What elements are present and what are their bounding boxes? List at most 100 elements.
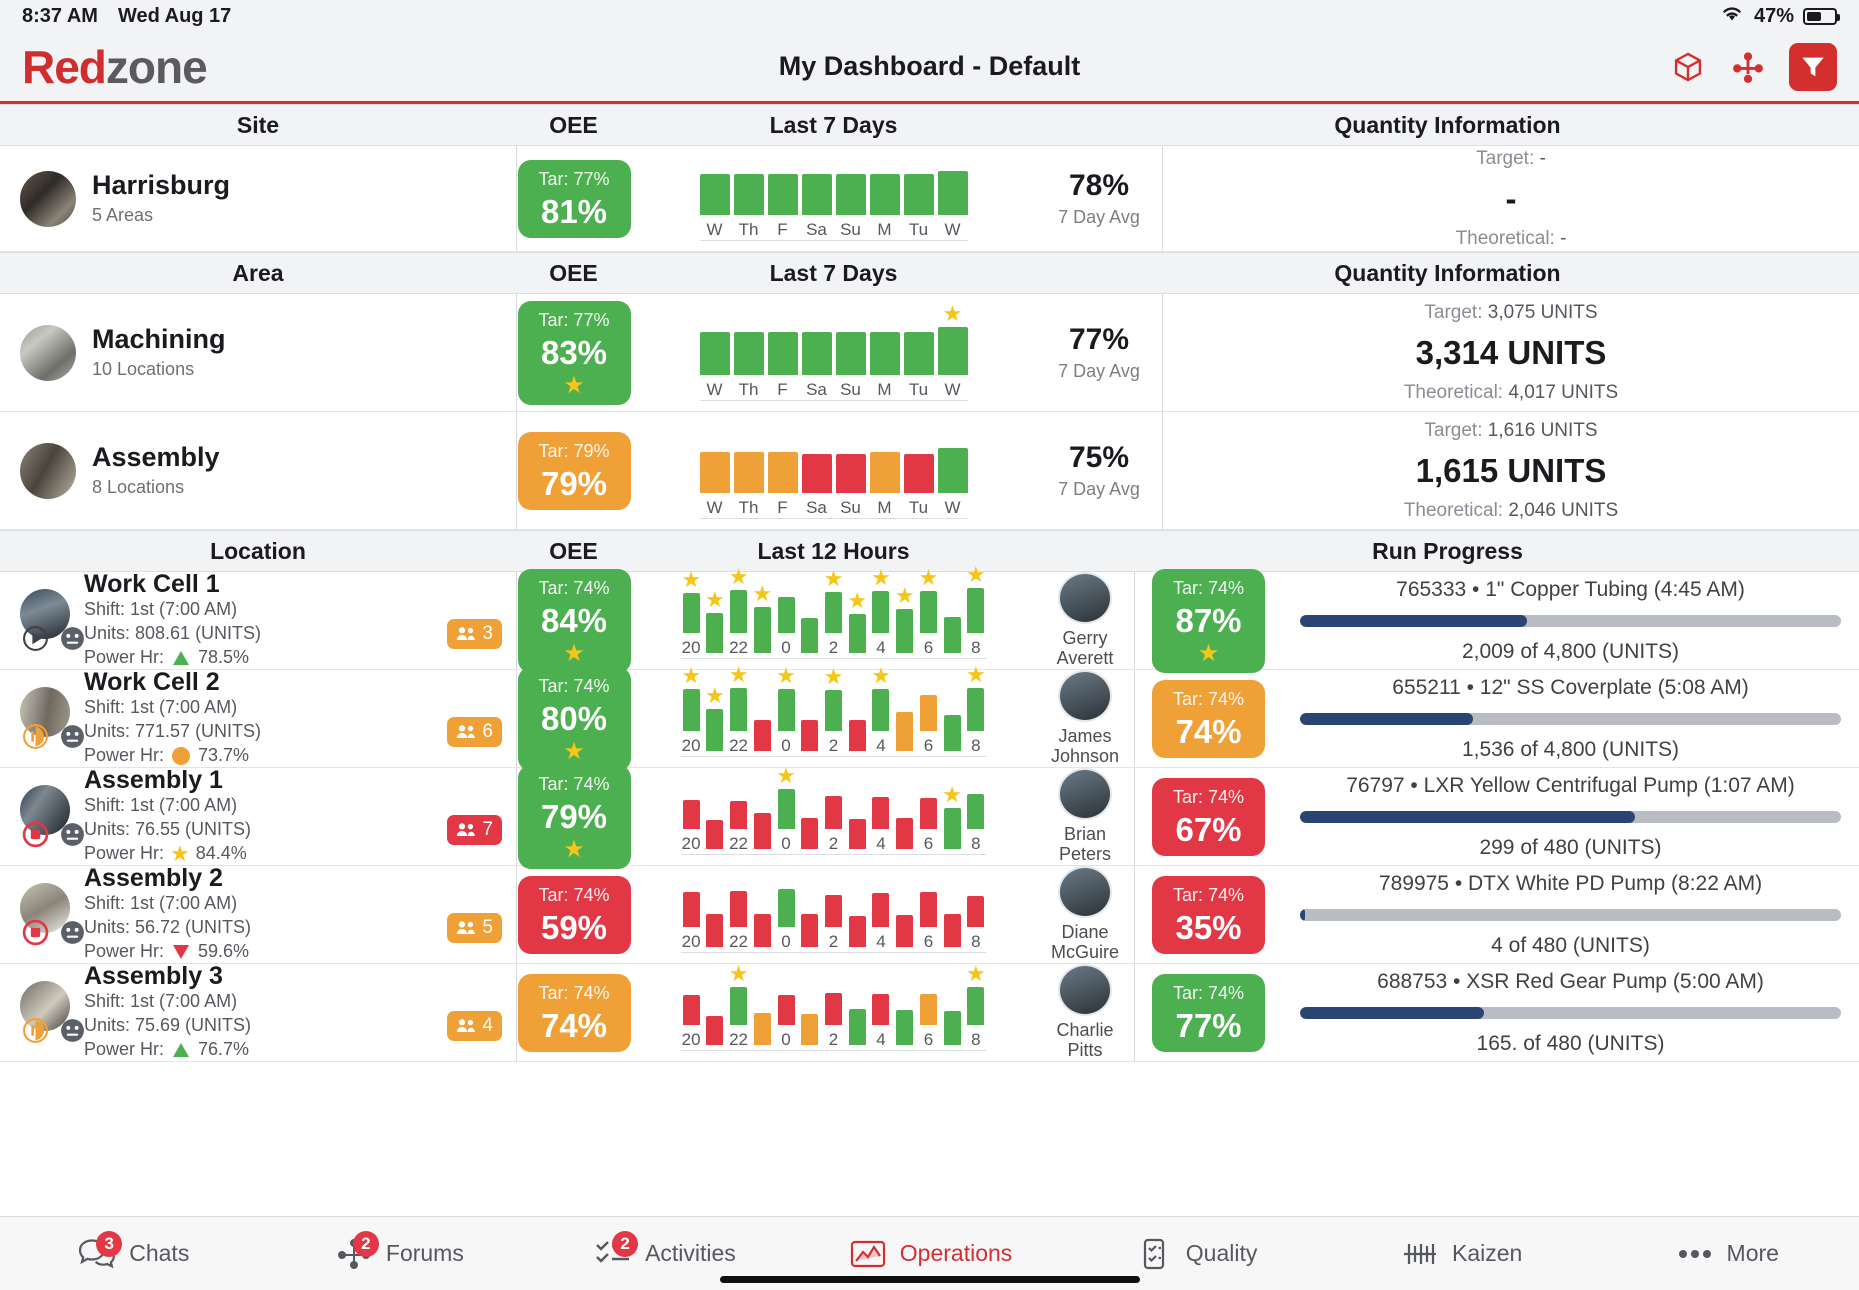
tab-quality[interactable]: Quality <box>1062 1234 1328 1274</box>
site-row[interactable]: Harrisburg 5 Areas Tar: 77% 81% W Th F Sa Su M Tu W… <box>0 146 1859 252</box>
bar-label: M <box>877 220 892 239</box>
oee-chip-run[interactable]: Tar: 74% 87% ★ <box>1152 568 1265 673</box>
bar-column: ★0 <box>776 665 796 756</box>
location-row[interactable]: Work Cell 2 Shift: 1st (7:00 AM) Units: 77… <box>0 664 1859 771</box>
oee-chip-run[interactable]: Tar: 74% 74% <box>1152 679 1265 758</box>
people-count-badge[interactable]: 3 <box>447 618 502 649</box>
star-icon: ★ <box>823 566 844 591</box>
operations-chart-icon <box>847 1234 889 1274</box>
location-name-cell[interactable]: Work Cell 2 Shift: 1st (7:00 AM) Units: 77… <box>0 668 516 767</box>
people-count-badge[interactable]: 6 <box>447 716 502 747</box>
oee-chip-run[interactable]: Tar: 74% 77% <box>1152 973 1265 1052</box>
neutral-face-icon[interactable] <box>59 723 86 755</box>
network-icon[interactable] <box>1729 48 1767 86</box>
area-name-cell[interactable]: Machining 10 Locations <box>0 294 516 411</box>
people-count-badge[interactable]: 5 <box>447 912 502 943</box>
oee-chip-run[interactable]: Tar: 74% 67% <box>1152 777 1265 856</box>
site-name-cell[interactable]: Harrisburg 5 Areas <box>0 146 516 251</box>
bar <box>937 171 968 215</box>
location-row[interactable]: Assembly 2 Shift: 1st (7:00 AM) Units: 56.… <box>0 864 1859 964</box>
location-row[interactable]: Assembly 1 Shift: 1st (7:00 AM) Units: 76.… <box>0 764 1859 869</box>
bar-label: Su <box>840 220 861 239</box>
tab-kaizen[interactable]: Kaizen <box>1328 1234 1594 1274</box>
oee-chip-run[interactable]: Tar: 74% 35% <box>1152 875 1265 954</box>
neutral-face-icon[interactable] <box>59 625 86 657</box>
star-icon: ★ <box>918 565 939 590</box>
oee-chip-site[interactable]: Tar: 77% 81% <box>517 159 631 238</box>
location-shift: Shift: 1st (7:00 AM) <box>84 697 238 718</box>
oee-chip-location[interactable]: Tar: 74% 79% ★ <box>517 764 631 869</box>
people-count-badge[interactable]: 4 <box>447 1010 502 1041</box>
oee-chip-location[interactable]: Tar: 74% 80% ★ <box>517 666 631 771</box>
oee-chip-area[interactable]: Tar: 79% 79% <box>517 431 631 510</box>
oee-chip-location[interactable]: Tar: 74% 74% <box>517 973 631 1052</box>
oee-chip-location[interactable]: Tar: 74% 84% ★ <box>517 568 631 673</box>
star-icon: ★ <box>752 581 773 606</box>
bar-column: ★ <box>895 794 915 854</box>
stop-icon[interactable] <box>22 919 49 951</box>
location-name-cell[interactable]: Assembly 3 Shift: 1st (7:00 AM) Units: 75.… <box>0 962 516 1061</box>
filter-icon[interactable] <box>1789 42 1837 91</box>
area-row[interactable]: Machining10 LocationsTar: 77%83%★ ★W★Th★F… <box>0 294 1859 412</box>
bar-column: ★ <box>942 987 962 1050</box>
operator-cell[interactable]: Charlie Pitts <box>1036 964 1134 1061</box>
neutral-face-icon[interactable] <box>59 821 86 853</box>
bar-label: Sa <box>806 498 827 517</box>
bar <box>872 797 890 829</box>
pause-play-icon[interactable] <box>22 723 49 755</box>
bar-label: 0 <box>781 638 791 657</box>
people-count-badge[interactable]: 7 <box>447 814 502 845</box>
tab-forums[interactable]: 2 Forums <box>266 1230 532 1274</box>
location-name-cell[interactable]: Work Cell 1 Shift: 1st (7:00 AM) Units: 80… <box>0 570 516 669</box>
location-shift: Shift: 1st (7:00 AM) <box>84 599 238 620</box>
site-avg-cell: 78% 7 Day Avg <box>1036 146 1162 251</box>
oee-chip-location[interactable]: Tar: 74% 59% <box>517 875 631 954</box>
area-name-cell[interactable]: Assembly 8 Locations <box>0 412 516 529</box>
operator-cell[interactable]: Diane McGuire <box>1036 866 1134 963</box>
oee-value: 67% <box>1175 810 1242 848</box>
package-icon[interactable] <box>1669 48 1707 86</box>
star-icon: ★ <box>681 868 701 892</box>
tab-more[interactable]: More <box>1593 1234 1859 1274</box>
bar-column: ★ 20 <box>681 971 701 1050</box>
pause-play-icon[interactable] <box>22 1017 49 1049</box>
bar-label: Tu <box>908 220 929 239</box>
area-row[interactable]: Assembly 8 Locations Tar: 79% 79% W Th F Sa Su M T… <box>0 412 1859 530</box>
location-row[interactable]: Work Cell 1 Shift: 1st (7:00 AM) Units: 80… <box>0 564 1859 673</box>
bar-label: 22 <box>729 834 749 853</box>
battery-icon <box>1803 7 1840 25</box>
bar-column: ★ <box>847 985 867 1050</box>
qty-target: Target: 3,075 UNITS <box>1424 301 1598 323</box>
location-name-cell[interactable]: Assembly 1 Shift: 1st (7:00 AM) Units: 76.… <box>0 766 516 865</box>
star-icon: ★ <box>824 871 844 895</box>
site-qty-cell: Target: - - Theoretical: - <box>1162 146 1859 251</box>
location-name-cell[interactable]: Assembly 2 Shift: 1st (7:00 AM) Units: 56.… <box>0 864 516 963</box>
oee-target: Tar: 74% <box>1172 577 1245 598</box>
bar-column: ★0 <box>776 765 796 854</box>
location-shift: Shift: 1st (7:00 AM) <box>84 795 238 816</box>
operator-cell[interactable]: Brian Peters <box>1036 768 1134 865</box>
bar-label: F <box>777 380 788 399</box>
neutral-face-icon[interactable] <box>59 1017 86 1049</box>
power-value: 78.5% <box>198 647 250 668</box>
bar-label: 6 <box>923 834 934 853</box>
stop-icon[interactable] <box>22 821 49 853</box>
tab-activities[interactable]: 2 Activities <box>531 1230 797 1274</box>
location-row[interactable]: Assembly 3 Shift: 1st (7:00 AM) Units: 75.… <box>0 962 1859 1062</box>
oee-value: 83% <box>540 333 608 371</box>
bar <box>919 591 937 633</box>
operator-cell[interactable]: Gerry Averett <box>1036 572 1134 669</box>
oee-chip-area[interactable]: Tar: 77% 83% ★ <box>517 300 631 405</box>
tab-chats[interactable]: 3 Chats <box>0 1230 266 1274</box>
tab-operations[interactable]: Operations <box>797 1234 1063 1274</box>
bar <box>706 820 724 849</box>
operator-cell[interactable]: James Johnson <box>1036 670 1134 767</box>
bar-chart: ★W★Th★F★Sa★Su★M★Tu★W <box>699 303 968 401</box>
kaizen-icon <box>1399 1234 1441 1274</box>
oee-value: 77% <box>1175 1006 1242 1044</box>
oee-value: 81% <box>540 192 608 230</box>
play-icon[interactable] <box>22 625 49 657</box>
neutral-face-icon[interactable] <box>59 919 86 951</box>
bar-column: Su <box>835 454 866 518</box>
bar-label: 20 <box>681 638 701 657</box>
